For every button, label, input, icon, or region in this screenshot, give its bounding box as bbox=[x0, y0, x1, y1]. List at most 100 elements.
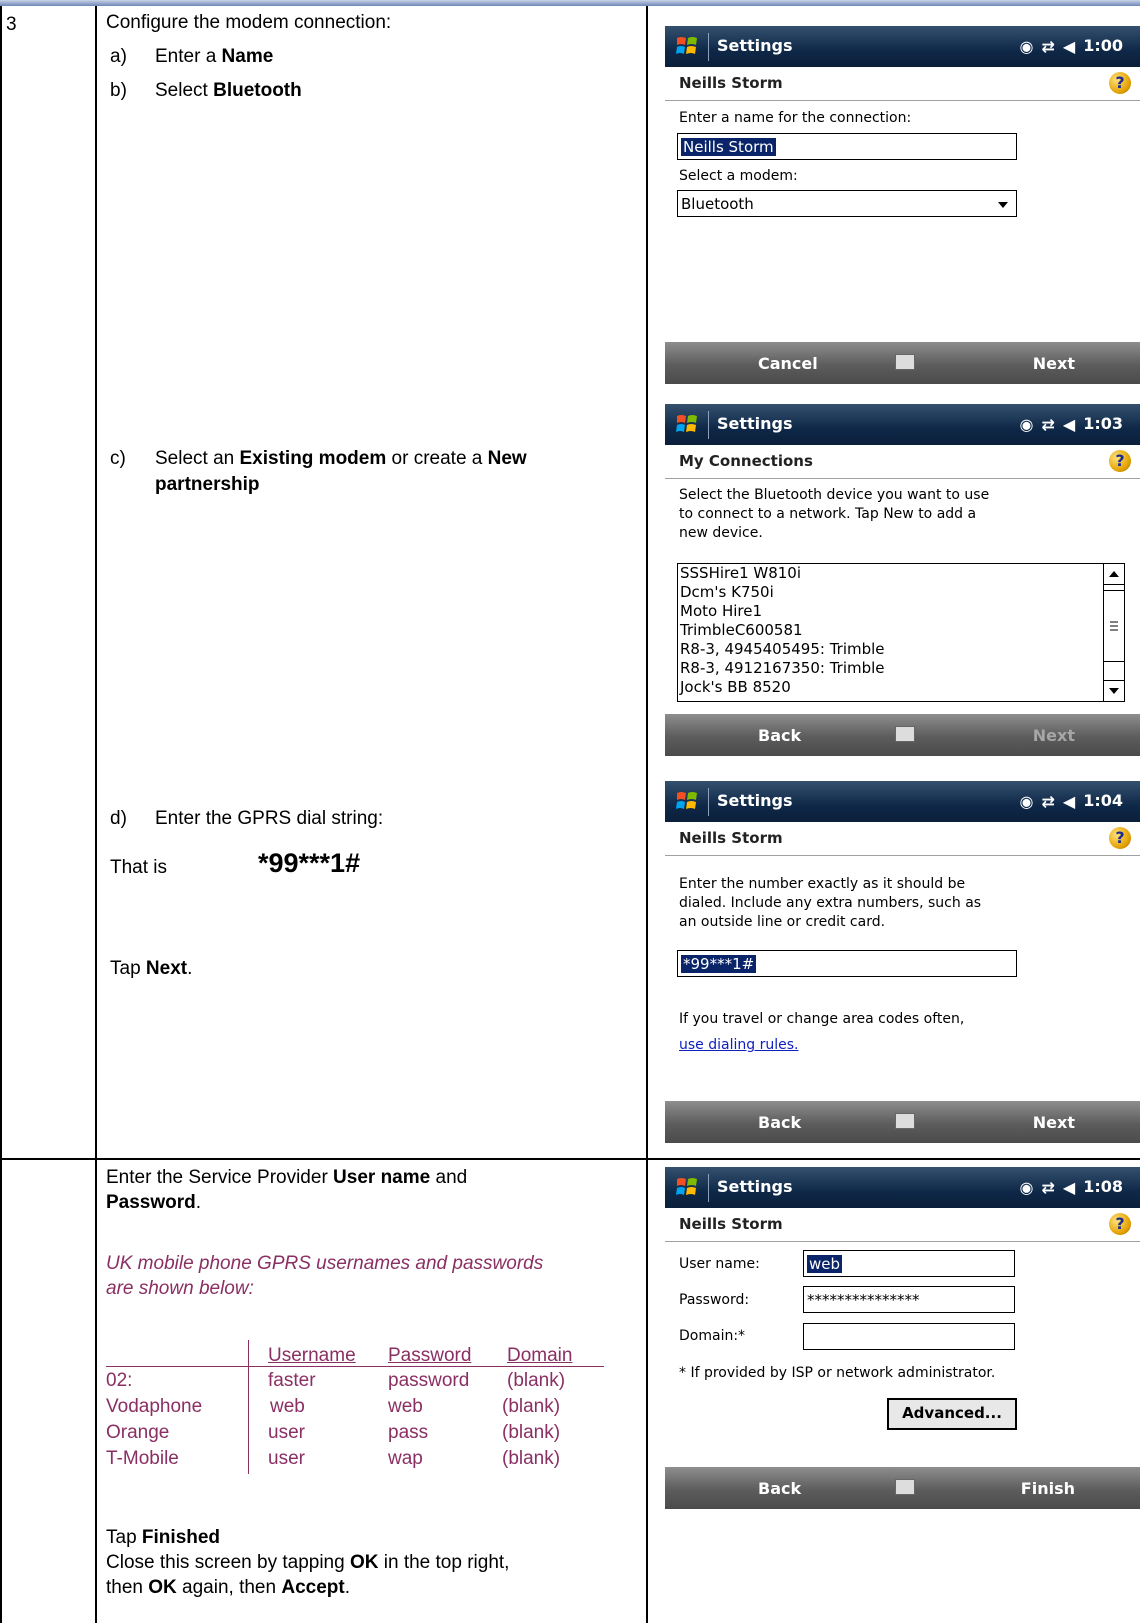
step-a-text: Enter a Name bbox=[155, 46, 274, 67]
gprs-row-domain: (blank) bbox=[502, 1448, 561, 1469]
tap-next-text: Tap Next. bbox=[110, 958, 193, 979]
connectivity-icon[interactable]: ◉ bbox=[1020, 1178, 1034, 1197]
back-softkey[interactable]: Back bbox=[758, 1113, 801, 1132]
screen-header: Neills Storm ? bbox=[665, 67, 1140, 101]
clock[interactable]: 1:00 bbox=[1083, 36, 1123, 55]
windows-start-icon[interactable] bbox=[675, 34, 699, 58]
header-title: Neills Storm bbox=[679, 74, 783, 92]
service-provider-text: Enter the Service Provider User name and bbox=[106, 1167, 468, 1188]
finish-softkey[interactable]: Finish bbox=[1021, 1479, 1075, 1498]
connectivity-icon[interactable]: ◉ bbox=[1020, 792, 1034, 811]
gprs-header-rule bbox=[106, 1366, 604, 1367]
cancel-softkey[interactable]: Cancel bbox=[758, 354, 818, 373]
list-item[interactable]: Jock's BB 8520 bbox=[678, 678, 1124, 697]
scroll-down-icon[interactable] bbox=[1104, 680, 1124, 701]
name-prompt: Enter a name for the connection: bbox=[679, 110, 912, 126]
domain-label: Domain:* bbox=[679, 1328, 746, 1344]
title-separator bbox=[708, 33, 709, 61]
dial-number-input[interactable]: *99***1# bbox=[677, 950, 1017, 977]
instruction-line: new device. bbox=[679, 525, 763, 541]
gprs-header-domain: Domain bbox=[507, 1345, 573, 1366]
header-title: Neills Storm bbox=[679, 1215, 783, 1233]
connectivity-icon[interactable]: ◉ bbox=[1020, 415, 1034, 434]
gprs-row-password: password bbox=[388, 1370, 470, 1391]
sync-arrows-icon[interactable]: ⇄ bbox=[1041, 792, 1054, 811]
back-softkey[interactable]: Back bbox=[758, 1479, 801, 1498]
password-input[interactable]: *************** bbox=[803, 1286, 1015, 1313]
connectivity-icon[interactable]: ◉ bbox=[1020, 37, 1034, 56]
header-title: Neills Storm bbox=[679, 829, 783, 847]
help-icon[interactable]: ? bbox=[1109, 1213, 1131, 1235]
scroll-thumb[interactable] bbox=[1104, 590, 1124, 662]
gprs-header-username: Username bbox=[268, 1345, 356, 1366]
help-icon[interactable]: ? bbox=[1109, 72, 1131, 94]
sync-arrows-icon[interactable]: ⇄ bbox=[1041, 1178, 1054, 1197]
dialing-rules-link[interactable]: use dialing rules. bbox=[679, 1036, 798, 1055]
step-c-text: Select an Existing modem or create a New bbox=[155, 448, 527, 469]
volume-icon[interactable]: ◀ bbox=[1063, 1178, 1075, 1197]
advanced-button[interactable]: Advanced... bbox=[887, 1398, 1017, 1430]
softkey-bar: Back Next bbox=[665, 1101, 1140, 1143]
list-item[interactable]: Moto Hire1 bbox=[678, 602, 1124, 621]
clock[interactable]: 1:04 bbox=[1083, 791, 1123, 810]
gprs-row-username: user bbox=[268, 1448, 305, 1469]
dial-string: *99***1# bbox=[258, 848, 361, 878]
modem-select[interactable]: Bluetooth bbox=[677, 190, 1017, 217]
clock[interactable]: 1:08 bbox=[1083, 1177, 1123, 1196]
domain-input[interactable] bbox=[803, 1323, 1015, 1350]
service-provider-text-cont: Password. bbox=[106, 1192, 202, 1213]
step-d-text: Enter the GPRS dial string: bbox=[155, 808, 384, 829]
softkey-bar: Back Finish bbox=[665, 1467, 1140, 1509]
keyboard-icon[interactable] bbox=[895, 1479, 915, 1495]
back-softkey[interactable]: Back bbox=[758, 726, 801, 745]
keyboard-icon[interactable] bbox=[895, 726, 915, 742]
screen-dial-string: Settings ◉ ⇄ ◀ 1:04 Neills Storm ? Enter th… bbox=[665, 781, 1140, 1150]
instruction-line: an outside line or credit card. bbox=[679, 914, 886, 930]
help-icon[interactable]: ? bbox=[1109, 827, 1131, 849]
title-bar: Settings ◉ ⇄ ◀ 1:00 bbox=[665, 26, 1140, 67]
list-scrollbar[interactable] bbox=[1103, 564, 1124, 701]
screen-header: My Connections ? bbox=[665, 445, 1140, 479]
bluetooth-device-list[interactable]: SSSHire1 W810i Dcm's K750i Moto Hire1 Tr… bbox=[677, 563, 1125, 702]
clock[interactable]: 1:03 bbox=[1083, 414, 1123, 433]
list-item[interactable]: R8-3, 4945405495: Trimble bbox=[678, 640, 1124, 659]
screen-header: Neills Storm ? bbox=[665, 1208, 1140, 1242]
volume-icon[interactable]: ◀ bbox=[1063, 415, 1075, 434]
sync-arrows-icon[interactable]: ⇄ bbox=[1041, 37, 1054, 56]
gprs-row-provider: Orange bbox=[106, 1422, 170, 1443]
list-item[interactable]: TrimbleC600581 bbox=[678, 621, 1124, 640]
keyboard-icon[interactable] bbox=[895, 354, 915, 370]
uk-note-line1: UK mobile phone GPRS usernames and passw… bbox=[106, 1253, 544, 1274]
list-item[interactable]: SSSHire1 W810i bbox=[678, 564, 1124, 583]
help-icon[interactable]: ? bbox=[1109, 450, 1131, 472]
title-separator bbox=[708, 788, 709, 816]
keyboard-icon[interactable] bbox=[895, 1113, 915, 1129]
title-text: Settings bbox=[717, 1177, 793, 1196]
title-text: Settings bbox=[717, 36, 793, 55]
list-item[interactable]: Dcm's K750i bbox=[678, 583, 1124, 602]
sync-arrows-icon[interactable]: ⇄ bbox=[1041, 415, 1054, 434]
windows-start-icon[interactable] bbox=[675, 789, 699, 813]
scroll-up-icon[interactable] bbox=[1104, 564, 1124, 585]
status-area: ◉ ⇄ ◀ 1:00 bbox=[1020, 36, 1123, 56]
title-bar: Settings ◉ ⇄ ◀ 1:03 bbox=[665, 404, 1140, 445]
user-name-input[interactable]: web bbox=[803, 1250, 1015, 1277]
password-value: *************** bbox=[807, 1291, 920, 1309]
step-a-label: a) bbox=[110, 46, 127, 67]
configure-title: Configure the modem connection: bbox=[106, 12, 392, 33]
next-softkey[interactable]: Next bbox=[1033, 1113, 1075, 1132]
instruction-line: Select the Bluetooth device you want to … bbox=[679, 487, 990, 503]
list-item[interactable]: R8-3, 4912167350: Trimble bbox=[678, 659, 1124, 678]
softkey-bar: Back Next bbox=[665, 714, 1140, 756]
volume-icon[interactable]: ◀ bbox=[1063, 792, 1075, 811]
windows-start-icon[interactable] bbox=[675, 1175, 699, 1199]
windows-start-icon[interactable] bbox=[675, 412, 699, 436]
volume-icon[interactable]: ◀ bbox=[1063, 37, 1075, 56]
next-softkey[interactable]: Next bbox=[1033, 354, 1075, 373]
gprs-row-domain: (blank) bbox=[507, 1370, 566, 1391]
step-b-text: Select Bluetooth bbox=[155, 80, 302, 101]
gprs-row-password: web bbox=[388, 1396, 423, 1417]
modem-select-value: Bluetooth bbox=[681, 195, 754, 213]
connection-name-input[interactable]: Neills Storm bbox=[677, 133, 1017, 160]
screen-credentials: Settings ◉ ⇄ ◀ 1:08 Neills Storm ? User nam… bbox=[665, 1167, 1140, 1515]
